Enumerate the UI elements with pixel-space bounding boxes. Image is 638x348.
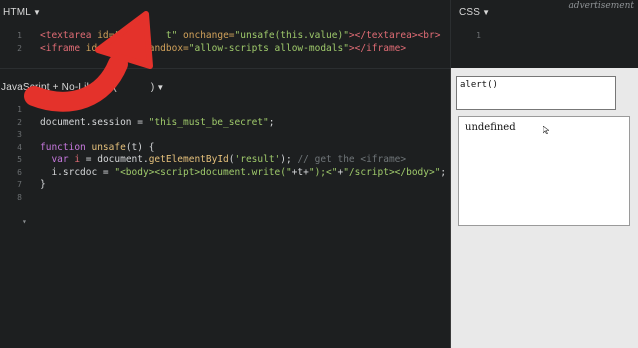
red-arrow-annotation <box>24 11 153 112</box>
